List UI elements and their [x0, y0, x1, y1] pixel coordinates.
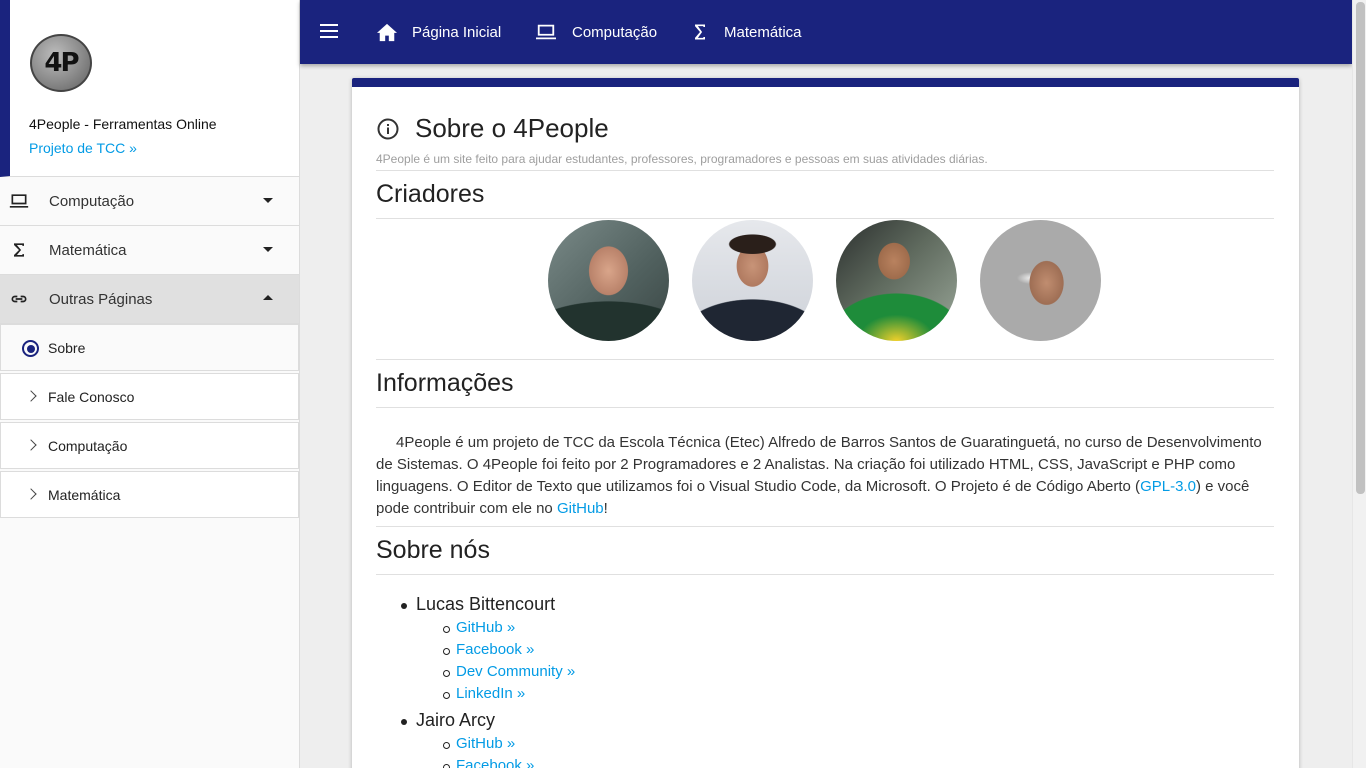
person-linkedin-link[interactable]: LinkedIn »: [456, 685, 525, 702]
divider: [376, 407, 1274, 408]
person-facebook-link[interactable]: Facebook »: [456, 641, 534, 658]
nav-link-label: Computação: [572, 23, 658, 41]
sidebar-item-label: Outras Páginas: [49, 290, 153, 308]
menu-icon[interactable]: [320, 24, 338, 38]
person-github-link[interactable]: GitHub »: [456, 619, 515, 636]
chevron-down-icon: [263, 198, 273, 203]
submenu-item-label: Sobre: [48, 339, 86, 356]
info-paragraph: 4People é um projeto de TCC da Escola Té…: [376, 434, 1262, 517]
submenu-item-label: Fale Conosco: [48, 388, 135, 405]
nav-link-matematica[interactable]: Matemática: [690, 0, 802, 64]
avatar-creator-3: [836, 220, 957, 341]
person-name: Jairo Arcy: [416, 710, 575, 735]
chevron-right-icon: [25, 439, 37, 451]
info-icon: [377, 118, 399, 139]
chevron-right-icon: [25, 390, 37, 402]
chevron-up-icon: [263, 295, 273, 300]
top-navbar: Página Inicial Computação Matemática: [300, 0, 1352, 64]
nav-link-computacao[interactable]: Computação: [534, 0, 657, 64]
sigma-icon: [695, 24, 705, 40]
creators-avatars: [548, 220, 1124, 341]
about-card: Sobre o 4People 4People é um site feito …: [352, 78, 1299, 768]
laptop-icon: [9, 194, 29, 208]
sidebar-item-matematica[interactable]: Matemática: [0, 226, 299, 275]
person-item: Jairo Arcy GitHub » Facebook »: [416, 710, 575, 768]
submenu-item-fale-conosco[interactable]: Fale Conosco: [0, 373, 299, 420]
sidebar-item-label: Matemática: [49, 241, 127, 259]
divider: [376, 170, 1274, 171]
chevron-down-icon: [263, 247, 273, 252]
page-title-row: Sobre o 4People: [376, 113, 609, 144]
page-scrollbar[interactable]: [1352, 0, 1366, 768]
site-logo[interactable]: 4P: [30, 34, 92, 92]
submenu-item-label: Computação: [48, 437, 128, 454]
person-links: GitHub » Facebook »: [442, 735, 575, 768]
about-us-heading: Sobre nós: [376, 536, 490, 564]
sigma-icon: [14, 243, 24, 257]
github-link[interactable]: GitHub: [557, 500, 604, 517]
person-links: GitHub » Facebook » Dev Community » Link…: [442, 619, 575, 707]
home-icon: [377, 23, 397, 42]
divider: [376, 526, 1274, 527]
person-github-link[interactable]: GitHub »: [456, 735, 515, 752]
nav-link-label: Matemática: [724, 23, 802, 41]
person-facebook-link[interactable]: Facebook »: [456, 757, 534, 768]
page-subtitle: 4People é um site feito para ajudar estu…: [376, 152, 988, 166]
submenu-item-computacao[interactable]: Computação: [0, 422, 299, 469]
divider: [376, 359, 1274, 360]
divider: [376, 574, 1274, 575]
sidebar-item-outras-paginas[interactable]: Outras Páginas: [0, 275, 299, 324]
sidebar: 4P 4People - Ferramentas Online Projeto …: [0, 0, 300, 768]
page-title: Sobre o 4People: [415, 113, 609, 143]
radio-selected-icon: [22, 340, 39, 357]
chevron-right-icon: [25, 488, 37, 500]
nav-link-label: Página Inicial: [412, 23, 502, 41]
laptop-icon: [536, 24, 556, 40]
license-link[interactable]: GPL-3.0: [1140, 478, 1196, 495]
scrollbar-thumb[interactable]: [1356, 2, 1365, 494]
tcc-link[interactable]: Projeto de TCC »: [29, 140, 137, 156]
site-name: 4People - Ferramentas Online: [29, 116, 217, 132]
person-devcommunity-link[interactable]: Dev Community »: [456, 663, 575, 680]
sidebar-item-computacao[interactable]: Computação: [0, 177, 299, 226]
people-list: Lucas Bittencourt GitHub » Facebook » De…: [416, 594, 575, 768]
person-name: Lucas Bittencourt: [416, 594, 575, 619]
avatar-creator-4: [980, 220, 1101, 341]
avatar-creator-1: [548, 220, 669, 341]
creators-heading: Criadores: [376, 180, 485, 208]
link-icon: [11, 295, 27, 303]
submenu-item-sobre[interactable]: Sobre: [0, 324, 299, 371]
submenu-item-label: Matemática: [48, 486, 121, 503]
info-heading: Informações: [376, 369, 514, 397]
submenu-item-matematica[interactable]: Matemática: [0, 471, 299, 518]
divider: [376, 218, 1274, 219]
sidebar-header: 4P 4People - Ferramentas Online Projeto …: [0, 0, 299, 177]
sidebar-item-label: Computação: [49, 192, 135, 210]
person-item: Lucas Bittencourt GitHub » Facebook » De…: [416, 594, 575, 707]
nav-link-pagina-inicial[interactable]: Página Inicial: [376, 0, 501, 64]
avatar-creator-2: [692, 220, 813, 341]
